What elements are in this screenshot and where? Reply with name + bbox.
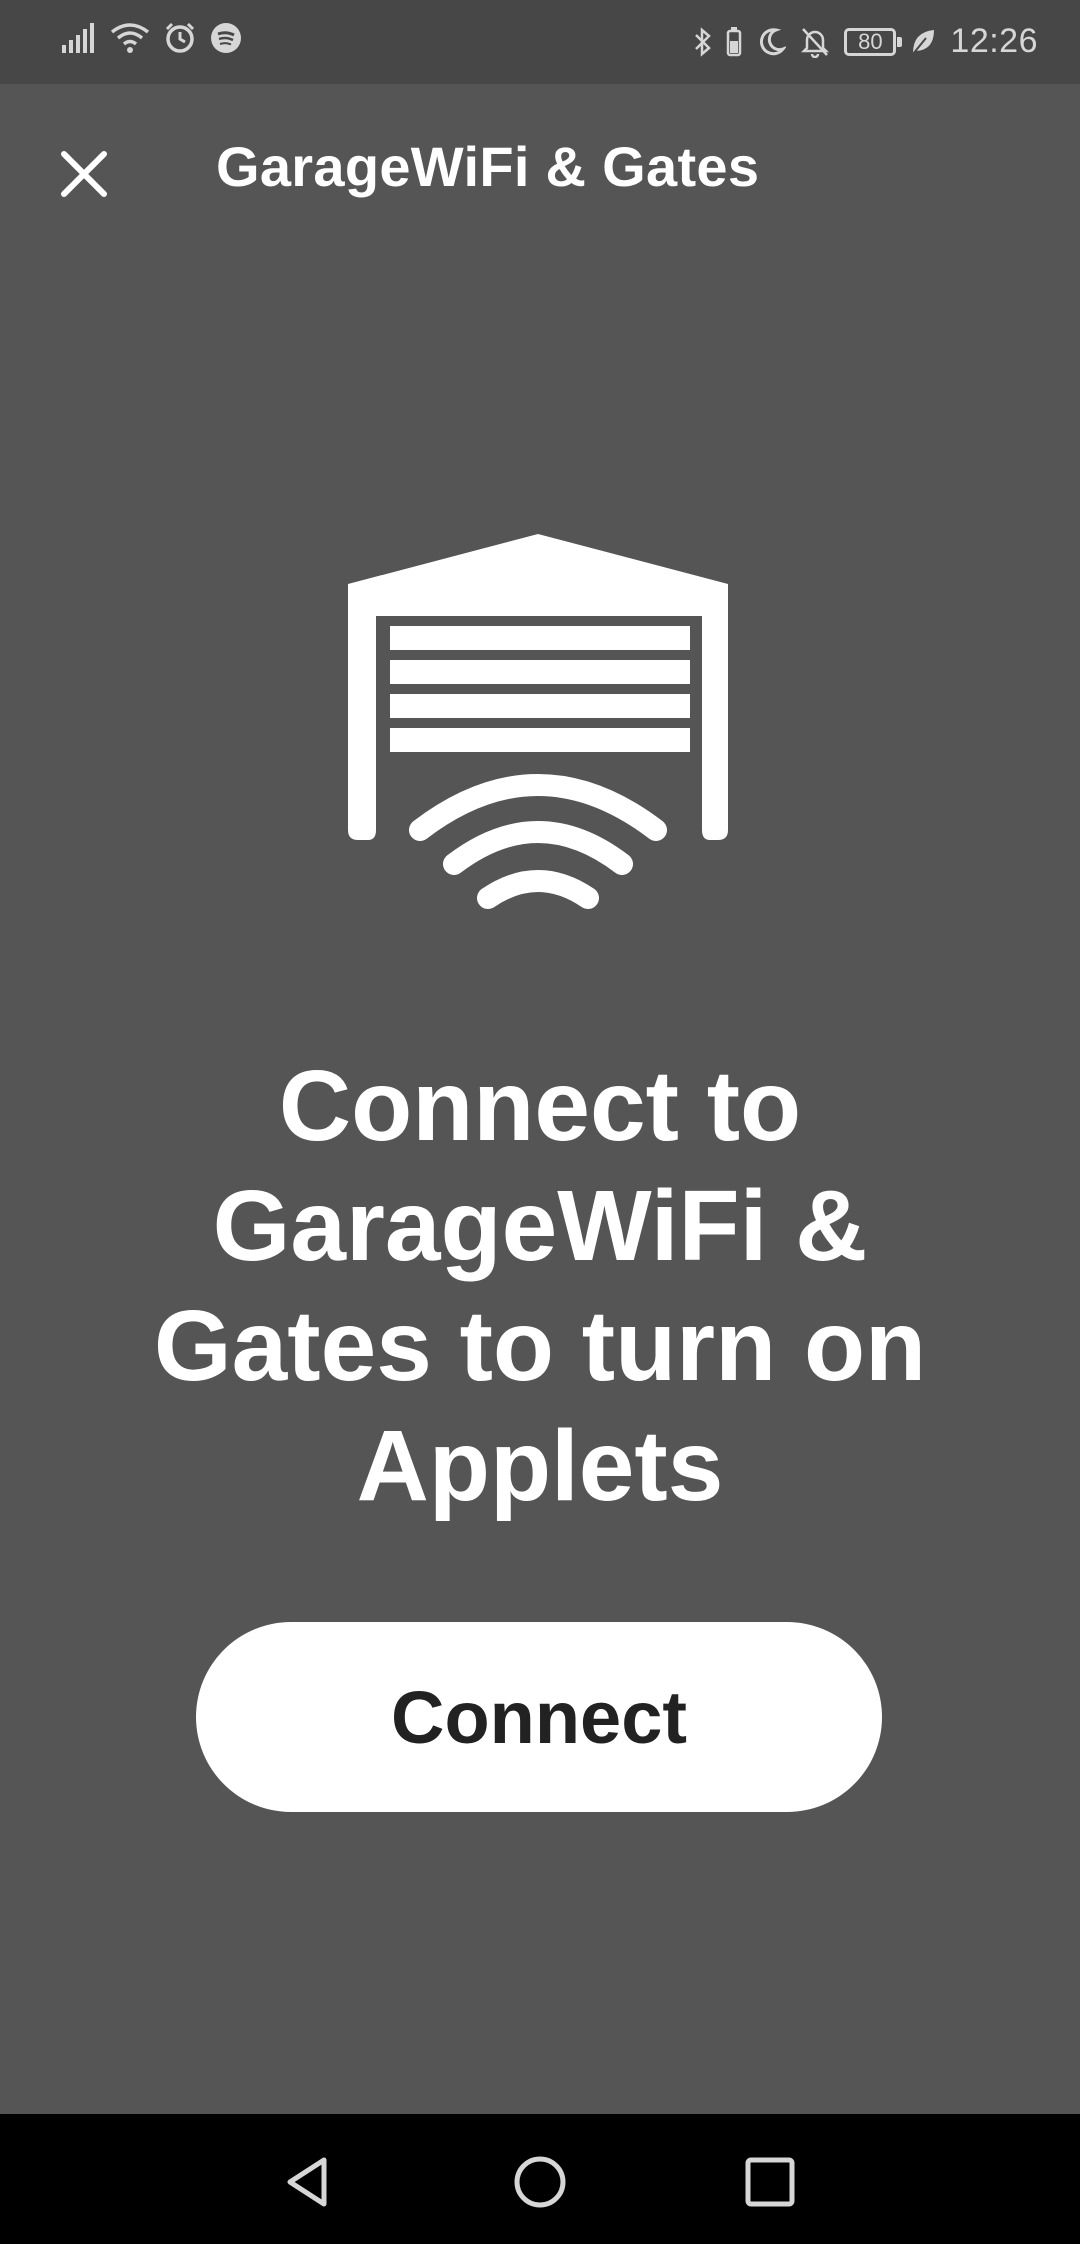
status-icons-left	[62, 22, 242, 54]
recent-apps-button[interactable]	[740, 2152, 800, 2212]
bluetooth-icon	[694, 26, 712, 58]
battery-level: 80	[858, 28, 883, 54]
moon-icon	[756, 27, 787, 57]
back-button[interactable]	[280, 2152, 340, 2212]
status-bar: 80 12:26	[0, 0, 1080, 84]
leaf-icon	[910, 28, 936, 56]
signal-icon	[62, 23, 96, 53]
home-icon	[514, 2156, 566, 2208]
alarm-icon	[164, 22, 196, 54]
battery-icon: 80	[844, 27, 903, 56]
close-icon	[61, 151, 107, 197]
header: GarageWiFi & Gates	[0, 84, 1080, 254]
spotify-icon	[210, 22, 242, 54]
garage-wifi-icon	[340, 530, 740, 920]
battery-saver-icon	[726, 26, 742, 57]
navigation-bar	[0, 2114, 1080, 2244]
close-button[interactable]	[52, 142, 116, 206]
status-time: 12:26	[950, 22, 1038, 60]
headline: Connect to GarageWiFi & Gates to turn on…	[153, 1050, 927, 1522]
status-icons-right: 80 12:26	[694, 22, 1038, 61]
page-title: GarageWiFi & Gates	[216, 135, 760, 198]
connect-button[interactable]: Connect	[196, 1622, 882, 1812]
bell-off-icon	[800, 26, 830, 58]
recent-apps-icon	[745, 2157, 795, 2207]
back-icon	[287, 2157, 327, 2207]
wifi-icon	[110, 22, 150, 54]
home-button[interactable]	[510, 2152, 570, 2212]
